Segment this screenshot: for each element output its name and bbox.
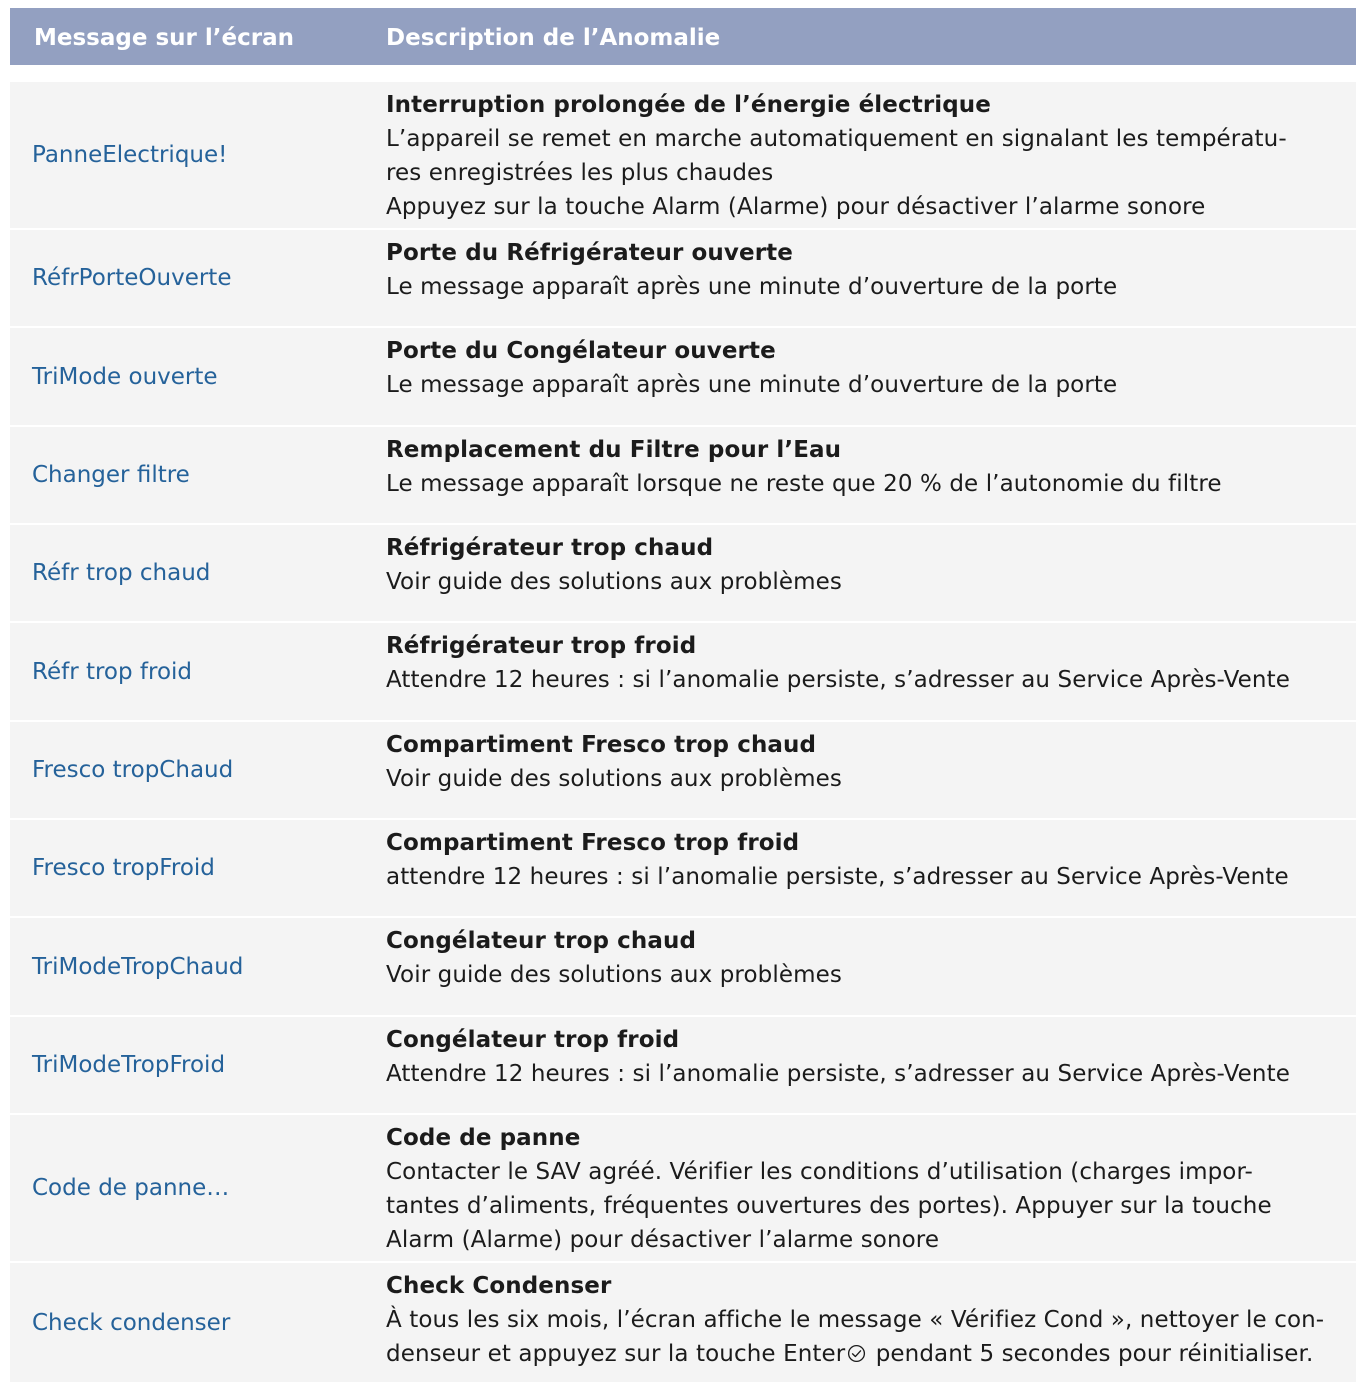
table-row: Changer filtre Remplacement du Filtre po… bbox=[10, 427, 1356, 525]
anomaly-title: Interruption prolongée de l’énergie élec… bbox=[386, 92, 991, 118]
anomaly-title: Remplacement du Filtre pour l’Eau bbox=[386, 437, 842, 463]
table-row: TriModeTropFroid Congélateur trop froid … bbox=[10, 1017, 1356, 1115]
anomaly-title: Compartiment Fresco trop froid bbox=[386, 830, 800, 856]
table-header: Message sur l’écran Description de l’Ano… bbox=[10, 8, 1356, 65]
description-line: tantes d’aliments, fréquentes ouvertures… bbox=[386, 1193, 1272, 1219]
anomaly-title: Congélateur trop chaud bbox=[386, 928, 697, 954]
table-row: TriMode ouverte Porte du Congélateur ouv… bbox=[10, 328, 1356, 427]
description-line: res enregistrées les plus chaudes bbox=[386, 160, 774, 186]
anomaly-description: Remplacement du Filtre pour l’Eau Le mes… bbox=[386, 433, 1356, 501]
anomaly-title: Réfrigérateur trop froid bbox=[386, 633, 697, 659]
anomaly-title: Réfrigérateur trop chaud bbox=[386, 535, 714, 561]
screen-message: PanneElectrique! bbox=[32, 142, 228, 168]
description-line: Attendre 12 heures : si l’anomalie persi… bbox=[386, 1061, 1290, 1087]
table-row: Fresco tropFroid Compartiment Fresco tro… bbox=[10, 820, 1356, 918]
description-line: Voir guide des solutions aux problèmes bbox=[386, 766, 842, 792]
description-line: Contacter le SAV agréé. Vérifier les con… bbox=[386, 1159, 1253, 1185]
description-line: Le message apparaît après une minute d’o… bbox=[386, 372, 1118, 398]
description-text: pendant 5 secondes pour réinitialiser. bbox=[868, 1341, 1314, 1367]
anomaly-description: Compartiment Fresco trop froid attendre … bbox=[386, 826, 1356, 894]
anomaly-description: Code de panne Contacter le SAV agréé. Vé… bbox=[386, 1121, 1356, 1257]
table-row: Réfr trop chaud Réfrigérateur trop chaud… bbox=[10, 525, 1356, 623]
anomaly-title: Compartiment Fresco trop chaud bbox=[386, 732, 817, 758]
enter-check-circle-icon bbox=[848, 1344, 866, 1363]
anomaly-description: Porte du Congélateur ouverte Le message … bbox=[386, 334, 1356, 402]
screen-message: Réfr trop froid bbox=[32, 658, 193, 685]
description-line: Voir guide des solutions aux problèmes bbox=[386, 962, 842, 988]
description-line: Le message apparaît lorsque ne reste que… bbox=[386, 471, 1222, 497]
table-row: Code de panne… Code de panne Contacter l… bbox=[10, 1115, 1356, 1263]
screen-message: Check condenser bbox=[32, 1309, 231, 1336]
description-line: L’appareil se remet en marche automatiqu… bbox=[386, 126, 1287, 152]
table-row: RéfrPorteOuverte Porte du Réfrigérateur … bbox=[10, 230, 1356, 328]
anomaly-table: PanneElectrique! Interruption prolongée … bbox=[10, 82, 1356, 1384]
screen-message: Code de panne… bbox=[32, 1175, 230, 1201]
table-row: TriModeTropChaud Congélateur trop chaud … bbox=[10, 918, 1356, 1017]
description-line: Attendre 12 heures : si l’anomalie persi… bbox=[386, 667, 1290, 693]
screen-message: TriMode ouverte bbox=[32, 363, 218, 390]
description-line: Voir guide des solutions aux problèmes bbox=[386, 569, 842, 595]
anomaly-description: Congélateur trop froid Attendre 12 heure… bbox=[386, 1023, 1356, 1091]
anomaly-description: Porte du Réfrigérateur ouverte Le messag… bbox=[386, 236, 1356, 304]
description-line: À tous les six mois, l’écran affiche le … bbox=[386, 1307, 1325, 1333]
anomaly-title: Porte du Réfrigérateur ouverte bbox=[386, 240, 793, 266]
anomaly-title: Porte du Congélateur ouverte bbox=[386, 338, 776, 364]
table-row: PanneElectrique! Interruption prolongée … bbox=[10, 82, 1356, 230]
description-line: Le message apparaît après une minute d’o… bbox=[386, 274, 1118, 300]
screen-message: Réfr trop chaud bbox=[32, 560, 211, 586]
column-header-message: Message sur l’écran bbox=[34, 25, 294, 51]
description-line: attendre 12 heures : si l’anomalie persi… bbox=[386, 864, 1289, 890]
table-row: Check condenser Check Condenser À tous l… bbox=[10, 1263, 1356, 1384]
anomaly-description: Interruption prolongée de l’énergie élec… bbox=[386, 88, 1356, 224]
anomaly-description: Check Condenser À tous les six mois, l’é… bbox=[386, 1269, 1356, 1371]
screen-message: TriModeTropFroid bbox=[32, 1052, 226, 1078]
anomaly-title: Check Condenser bbox=[386, 1273, 612, 1299]
description-line: Appuyez sur la touche Alarm (Alarme) pou… bbox=[386, 194, 1206, 220]
description-line: Alarm (Alarme) pour désactiver l’alarme … bbox=[386, 1227, 940, 1253]
table-row: Réfr trop froid Réfrigérateur trop froid… bbox=[10, 623, 1356, 722]
description-text: denseur et appuyez sur la touche Enter bbox=[386, 1341, 846, 1367]
table-row: Fresco tropChaud Compartiment Fresco tro… bbox=[10, 722, 1356, 820]
screen-message: Changer filtre bbox=[32, 462, 190, 488]
anomaly-description: Compartiment Fresco trop chaud Voir guid… bbox=[386, 728, 1356, 796]
screen-message: Fresco tropChaud bbox=[32, 757, 234, 783]
anomaly-description: Réfrigérateur trop chaud Voir guide des … bbox=[386, 531, 1356, 599]
screen-message: TriModeTropChaud bbox=[32, 953, 244, 980]
anomaly-description: Réfrigérateur trop froid Attendre 12 heu… bbox=[386, 629, 1356, 697]
column-header-description: Description de l’Anomalie bbox=[386, 25, 721, 51]
screen-message: Fresco tropFroid bbox=[32, 855, 215, 881]
anomaly-title: Congélateur trop froid bbox=[386, 1027, 680, 1053]
screen-message: RéfrPorteOuverte bbox=[32, 265, 232, 291]
anomaly-description: Congélateur trop chaud Voir guide des so… bbox=[386, 924, 1356, 992]
description-line: denseur et appuyez sur la touche Enter p… bbox=[386, 1337, 1356, 1371]
anomaly-title: Code de panne bbox=[386, 1125, 581, 1151]
